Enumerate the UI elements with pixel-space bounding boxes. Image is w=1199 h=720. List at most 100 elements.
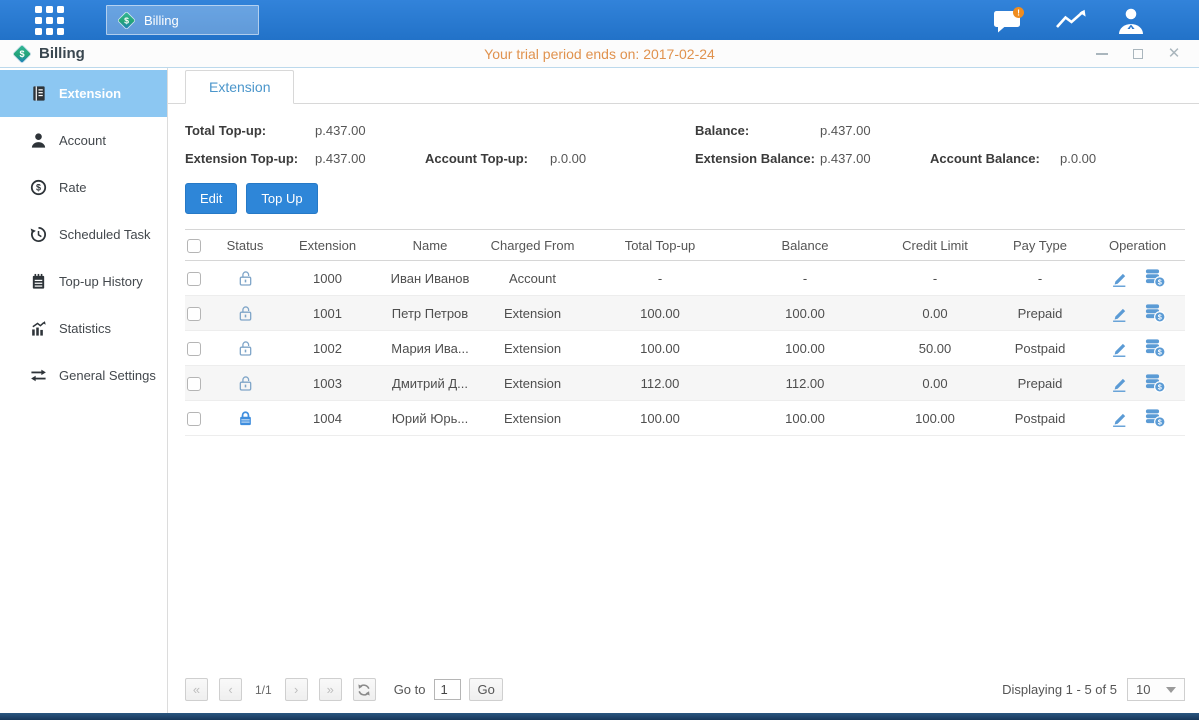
refresh-icon — [357, 683, 371, 697]
total-topup-label: Total Top-up: — [185, 123, 315, 138]
edit-icon[interactable] — [1109, 268, 1129, 288]
sidebar-item-label: Statistics — [59, 321, 111, 336]
row-checkbox[interactable] — [187, 377, 201, 391]
cell-pay_type: - — [990, 271, 1090, 286]
cell-credit_limit: 0.00 — [880, 306, 990, 321]
topup-icon[interactable]: $ — [1144, 408, 1166, 428]
balance-label: Balance: — [695, 123, 820, 138]
sidebar-item-label: Account — [59, 133, 106, 148]
extension-topup-value: p.437.00 — [315, 151, 425, 166]
column-header: Charged From — [475, 238, 590, 253]
chat-bubble-icon: ! — [993, 7, 1026, 34]
row-checkbox[interactable] — [187, 342, 201, 356]
sidebar-item-topup-history[interactable]: Top-up History — [0, 258, 167, 305]
cell-extension: 1004 — [270, 411, 385, 426]
cell-charged_from: Extension — [475, 306, 590, 321]
lock-open-icon — [236, 374, 255, 389]
table-body: 1000Иван ИвановAccount----$1001Петр Петр… — [185, 261, 1185, 436]
topup-icon[interactable]: $ — [1144, 338, 1166, 358]
row-checkbox[interactable] — [187, 412, 201, 426]
cell-pay_type: Prepaid — [990, 376, 1090, 391]
cell-charged_from: Extension — [475, 411, 590, 426]
tab-strip: Extension — [168, 68, 1199, 104]
svg-text:$: $ — [36, 183, 41, 193]
account-topup-value: p.0.00 — [550, 151, 695, 166]
goto-page-input[interactable] — [434, 679, 461, 700]
column-header: Extension — [270, 238, 385, 253]
page-indicator: 1/1 — [255, 683, 272, 697]
svg-text:!: ! — [1017, 7, 1020, 17]
table-row: 1004Юрий Юрь...Extension100.00100.00100.… — [185, 401, 1185, 436]
last-page-button[interactable]: » — [319, 678, 342, 701]
maximize-button[interactable] — [1131, 47, 1145, 61]
edit-icon[interactable] — [1109, 408, 1129, 428]
topup-icon[interactable]: $ — [1144, 373, 1166, 393]
pagination-bar: « ‹ 1/1 › » Go to Go Displaying — [185, 678, 1185, 701]
close-button[interactable]: ✕ — [1167, 47, 1181, 61]
sidebar-item-label: Scheduled Task — [59, 227, 151, 242]
window-titlebar: $ Billing Your trial period ends on: 201… — [0, 40, 1199, 68]
topup-icon[interactable]: $ — [1144, 268, 1166, 288]
account-balance-label: Account Balance: — [930, 151, 1060, 166]
row-checkbox[interactable] — [187, 307, 201, 321]
column-header: Total Top-up — [590, 238, 730, 253]
cell-name: Петр Петров — [385, 306, 475, 321]
extension-balance-value: p.437.00 — [820, 151, 930, 166]
cell-extension: 1002 — [270, 341, 385, 356]
cell-balance: 100.00 — [730, 341, 880, 356]
balance-value: p.437.00 — [820, 123, 930, 138]
statistics-icon — [30, 320, 47, 337]
user-account-button[interactable] — [1116, 7, 1146, 34]
column-header: Credit Limit — [880, 238, 990, 253]
sidebar-item-rate[interactable]: $ Rate — [0, 164, 167, 211]
cell-charged_from: Extension — [475, 376, 590, 391]
cell-total_topup: 112.00 — [590, 376, 730, 391]
window-title: $ Billing — [12, 44, 85, 64]
account-topup-label: Account Top-up: — [425, 151, 550, 166]
first-page-button[interactable]: « — [185, 678, 208, 701]
next-page-button[interactable]: › — [285, 678, 308, 701]
edit-button[interactable]: Edit — [185, 183, 237, 214]
sidebar-item-general-settings[interactable]: General Settings — [0, 352, 167, 399]
row-checkbox[interactable] — [187, 272, 201, 286]
notifications-button[interactable]: ! — [993, 7, 1026, 34]
sidebar-item-extension[interactable]: Extension — [0, 70, 167, 117]
column-header: Name — [385, 238, 475, 253]
trial-notice: Your trial period ends on: 2017-02-24 — [0, 46, 1199, 62]
minimize-button[interactable] — [1095, 47, 1109, 61]
edit-icon[interactable] — [1109, 338, 1129, 358]
edit-icon[interactable] — [1109, 303, 1129, 323]
edit-icon[interactable] — [1109, 373, 1129, 393]
cell-balance: - — [730, 271, 880, 286]
table-row: 1003Дмитрий Д...Extension112.00112.000.0… — [185, 366, 1185, 401]
table-header: StatusExtensionNameCharged FromTotal Top… — [185, 229, 1185, 261]
billing-diamond-icon: $ — [117, 11, 136, 30]
line-chart-icon — [1055, 8, 1087, 32]
cell-total_topup: 100.00 — [590, 411, 730, 426]
select-all-checkbox[interactable] — [187, 239, 201, 253]
lock-open-icon — [236, 269, 255, 284]
cell-charged_from: Extension — [475, 341, 590, 356]
app-grid-icon[interactable] — [35, 6, 64, 35]
sliders-icon — [30, 367, 47, 384]
lock-open-icon — [236, 339, 255, 354]
cell-name: Юрий Юрь... — [385, 411, 475, 426]
column-header: Operation — [1090, 238, 1185, 253]
go-button[interactable]: Go — [469, 678, 502, 701]
monitor-button[interactable] — [1055, 8, 1087, 32]
chevron-down-icon — [1166, 687, 1176, 693]
lock-open-icon — [236, 304, 255, 319]
sidebar-item-account[interactable]: Account — [0, 117, 167, 164]
tab-extension[interactable]: Extension — [185, 70, 294, 104]
svg-text:$: $ — [1158, 277, 1162, 286]
page-size-select[interactable]: 10 — [1127, 678, 1185, 701]
table-row: 1000Иван ИвановAccount----$ — [185, 261, 1185, 296]
prev-page-button[interactable]: ‹ — [219, 678, 242, 701]
top-up-button[interactable]: Top Up — [246, 183, 317, 214]
extensions-table: StatusExtensionNameCharged FromTotal Top… — [185, 229, 1185, 436]
taskbar-tab-billing[interactable]: $ Billing — [106, 5, 259, 35]
refresh-button[interactable] — [353, 678, 376, 701]
topup-icon[interactable]: $ — [1144, 303, 1166, 323]
sidebar-item-statistics[interactable]: Statistics — [0, 305, 167, 352]
sidebar-item-scheduled-task[interactable]: Scheduled Task — [0, 211, 167, 258]
